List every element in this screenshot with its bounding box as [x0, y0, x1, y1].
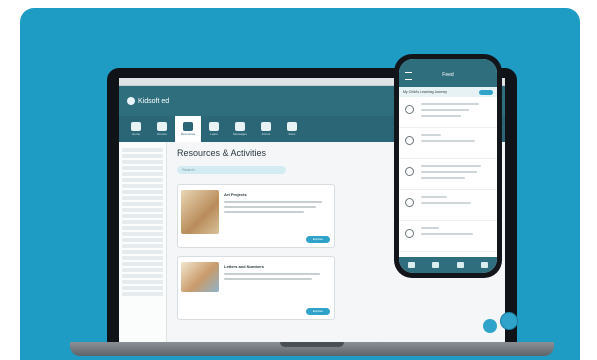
tool-forms[interactable]: Forms — [253, 116, 279, 142]
avatar-icon — [405, 229, 414, 238]
learn-icon — [209, 122, 219, 131]
sidebar-item[interactable] — [122, 202, 163, 206]
text-line — [224, 278, 312, 280]
feed-item[interactable] — [399, 221, 497, 252]
text-line — [224, 211, 304, 213]
more-icon[interactable] — [481, 262, 489, 268]
home-icon[interactable] — [407, 262, 415, 268]
floating-action-button[interactable] — [483, 319, 497, 333]
text-line — [421, 165, 481, 167]
phone-title: Feed — [442, 72, 454, 78]
avatar-icon — [405, 198, 414, 207]
sidebar — [119, 142, 167, 342]
tool-rooms[interactable]: Rooms — [149, 116, 175, 142]
sidebar-item[interactable] — [122, 286, 163, 290]
feed-item[interactable] — [399, 159, 497, 190]
rooms-icon — [157, 122, 167, 131]
forms-icon — [261, 122, 271, 131]
docs-icon — [287, 122, 297, 131]
sidebar-item[interactable] — [122, 292, 163, 296]
text-line — [421, 109, 469, 111]
sidebar-item[interactable] — [122, 214, 163, 218]
sidebar-item[interactable] — [122, 268, 163, 272]
sidebar-item[interactable] — [122, 250, 163, 254]
text-line — [421, 196, 447, 198]
filter-button[interactable] — [479, 89, 493, 95]
tool-resources[interactable]: Resources — [175, 116, 201, 142]
sidebar-item[interactable] — [122, 190, 163, 194]
avatar-icon — [405, 136, 414, 145]
sidebar-item[interactable] — [122, 184, 163, 188]
sidebar-item[interactable] — [122, 172, 163, 176]
sidebar-item[interactable] — [122, 154, 163, 158]
sidebar-item[interactable] — [122, 226, 163, 230]
promo-card: Kidsoft ed Home Rooms Resources Learn Me… — [20, 8, 580, 360]
tool-home[interactable]: Home — [123, 116, 149, 142]
tool-learn[interactable]: Learn — [201, 116, 227, 142]
sidebar-item[interactable] — [122, 196, 163, 200]
text-line — [421, 134, 441, 136]
explore-button[interactable]: Explore — [306, 236, 330, 243]
tool-docs[interactable]: Docs — [279, 116, 305, 142]
sidebar-item[interactable] — [122, 208, 163, 212]
sidebar-item[interactable] — [122, 274, 163, 278]
sidebar-item[interactable] — [122, 244, 163, 248]
sidebar-item[interactable] — [122, 238, 163, 242]
search-input[interactable]: Search — [177, 166, 286, 174]
messages-icon — [235, 122, 245, 131]
sidebar-item[interactable] — [122, 148, 163, 152]
resource-card[interactable]: Letters and Numbers Explore — [177, 256, 335, 320]
avatar-icon — [405, 167, 414, 176]
text-line — [421, 177, 465, 179]
sidebar-item[interactable] — [122, 262, 163, 266]
resources-icon[interactable] — [432, 262, 440, 268]
text-line — [421, 171, 477, 173]
sidebar-item[interactable] — [122, 178, 163, 182]
brand-name: Kidsoft ed — [138, 97, 170, 105]
text-line — [224, 273, 320, 275]
messages-icon[interactable] — [456, 262, 464, 268]
phone-bottom-nav — [399, 257, 497, 273]
resources-icon — [183, 122, 193, 131]
sidebar-item[interactable] — [122, 166, 163, 170]
phone-header: Feed — [399, 59, 497, 87]
resource-card[interactable]: Art Projects Explore — [177, 184, 335, 248]
resource-thumbnail — [181, 262, 219, 292]
resource-title: Letters and Numbers — [224, 264, 265, 269]
text-line — [421, 140, 475, 142]
brand-logo[interactable]: Kidsoft ed — [127, 97, 169, 105]
tool-messages[interactable]: Messages — [227, 116, 253, 142]
text-line — [421, 227, 439, 229]
text-line — [224, 206, 316, 208]
sidebar-item[interactable] — [122, 160, 163, 164]
phone: Feed My Child's Learning Journey — [394, 54, 502, 278]
text-line — [421, 103, 479, 105]
text-line — [224, 201, 322, 203]
phone-screen: Feed My Child's Learning Journey — [399, 59, 497, 273]
phone-subheader: My Child's Learning Journey — [399, 87, 497, 97]
laptop-notch — [280, 342, 344, 347]
phone-subtitle: My Child's Learning Journey — [403, 90, 448, 94]
avatar-icon — [405, 105, 414, 114]
help-button[interactable] — [500, 312, 518, 330]
feed-item[interactable] — [399, 190, 497, 221]
sidebar-item[interactable] — [122, 280, 163, 284]
resource-thumbnail — [181, 190, 219, 234]
text-line — [421, 233, 473, 235]
sidebar-item[interactable] — [122, 220, 163, 224]
feed-item[interactable] — [399, 128, 497, 159]
logo-icon — [127, 97, 135, 105]
sidebar-item[interactable] — [122, 232, 163, 236]
sidebar-item[interactable] — [122, 256, 163, 260]
resource-title: Art Projects — [224, 192, 247, 197]
text-line — [421, 202, 471, 204]
explore-button[interactable]: Explore — [306, 308, 330, 315]
feed-item[interactable] — [399, 97, 497, 128]
text-line — [421, 115, 461, 117]
home-icon — [131, 122, 141, 131]
